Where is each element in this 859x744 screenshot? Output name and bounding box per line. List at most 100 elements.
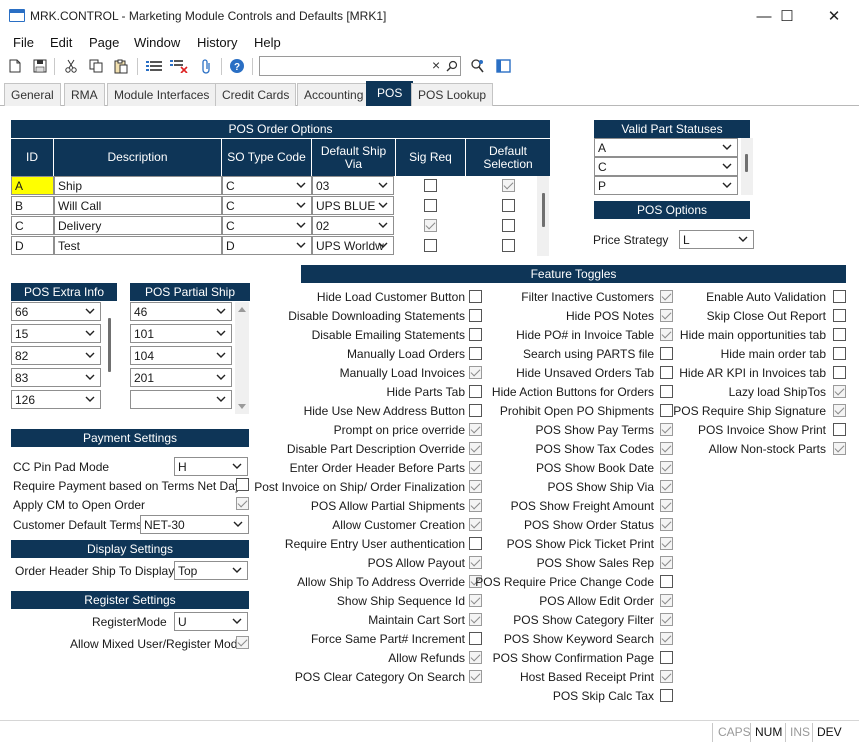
menu-window[interactable]: Window [134,35,180,50]
feature-toggle-checkbox[interactable] [469,480,482,493]
order-row-description[interactable]: Will Call [54,196,222,215]
extra-info-select[interactable]: 126 [11,390,101,409]
order-row-so-type-select[interactable]: D [222,236,312,255]
feature-toggle-checkbox[interactable] [469,328,482,341]
order-row-sig-req-checkbox[interactable] [424,239,437,252]
order-row-so-type-select[interactable]: C [222,216,312,235]
extra-info-select[interactable]: 66 [11,302,101,321]
feature-toggle-checkbox[interactable] [660,556,673,569]
feature-toggle-checkbox[interactable] [833,404,846,417]
feature-toggle-checkbox[interactable] [660,480,673,493]
feature-toggle-checkbox[interactable] [660,632,673,645]
search-input[interactable]: × [259,56,461,76]
menu-history[interactable]: History [197,35,237,50]
feature-toggle-checkbox[interactable] [660,499,673,512]
tab-accounting[interactable]: Accounting [297,83,371,106]
feature-toggle-checkbox[interactable] [833,328,846,341]
order-row-description[interactable]: Delivery [54,216,222,235]
close-button[interactable]: ✕ [811,0,857,32]
partial-ship-select[interactable]: 46 [130,302,232,321]
feature-toggle-checkbox[interactable] [660,518,673,531]
feature-toggle-checkbox[interactable] [660,328,673,341]
delete-list-icon[interactable] [170,57,188,75]
allow-mixed-mode-checkbox[interactable] [236,636,249,649]
feature-toggle-checkbox[interactable] [660,404,673,417]
order-header-ship-to-select[interactable]: Top [174,561,248,580]
feature-toggle-checkbox[interactable] [469,442,482,455]
panel-icon[interactable] [494,57,512,75]
extra-info-select[interactable]: 15 [11,324,101,343]
register-mode-select[interactable]: U [174,612,248,631]
feature-toggle-checkbox[interactable] [660,347,673,360]
feature-toggle-checkbox[interactable] [833,290,846,303]
tab-pos[interactable]: POS [366,81,414,106]
order-row-so-type-select[interactable]: C [222,196,312,215]
extra-info-scrollbar[interactable] [106,302,117,413]
tab-credit-cards[interactable]: Credit Cards [215,83,297,106]
menu-file[interactable]: File [13,35,34,50]
order-row-ship-via-select[interactable]: UPS BLUE [312,196,394,215]
feature-toggle-checkbox[interactable] [833,442,846,455]
feature-toggle-checkbox[interactable] [469,309,482,322]
order-row-description[interactable]: Ship [54,176,222,195]
order-row-default-selection-checkbox[interactable] [502,199,515,212]
feature-toggle-checkbox[interactable] [469,347,482,360]
order-row-default-selection-checkbox[interactable] [502,179,515,192]
order-row-sig-req-checkbox[interactable] [424,199,437,212]
feature-toggle-checkbox[interactable] [660,651,673,664]
cut-icon[interactable] [62,57,80,75]
feature-toggle-checkbox[interactable] [660,613,673,626]
cc-pin-pad-select[interactable]: H [174,457,248,476]
paste-icon[interactable] [112,57,130,75]
feature-toggle-checkbox[interactable] [469,499,482,512]
tab-general[interactable]: General [4,83,61,106]
partial-ship-scrollbar[interactable] [235,302,249,414]
feature-toggle-checkbox[interactable] [469,651,482,664]
feature-toggle-checkbox[interactable] [469,670,482,683]
binoculars-icon[interactable] [468,57,486,75]
order-row-default-selection-checkbox[interactable] [502,219,515,232]
order-row-id[interactable]: C [11,216,54,235]
feature-toggle-checkbox[interactable] [833,309,846,322]
feature-toggle-checkbox[interactable] [469,461,482,474]
feature-toggle-checkbox[interactable] [469,423,482,436]
save-icon[interactable] [31,57,49,75]
require-payment-checkbox[interactable] [236,478,249,491]
order-row-description[interactable]: Test [54,236,222,255]
customer-terms-select[interactable]: NET-30 [140,515,249,534]
order-row-id[interactable]: B [11,196,54,215]
price-strategy-select[interactable]: L [679,230,754,249]
feature-toggle-checkbox[interactable] [469,537,482,550]
order-row-id[interactable]: A [11,176,54,195]
feature-toggle-checkbox[interactable] [469,404,482,417]
feature-toggle-checkbox[interactable] [660,575,673,588]
menu-help[interactable]: Help [254,35,281,50]
feature-toggle-checkbox[interactable] [660,670,673,683]
new-icon[interactable] [6,57,24,75]
feature-toggle-checkbox[interactable] [469,613,482,626]
feature-toggle-checkbox[interactable] [469,385,482,398]
feature-toggle-checkbox[interactable] [660,385,673,398]
order-row-so-type-select[interactable]: C [222,176,312,195]
feature-toggle-checkbox[interactable] [660,309,673,322]
scroll-down-icon[interactable] [237,403,247,411]
list-icon[interactable] [145,57,163,75]
order-row-sig-req-checkbox[interactable] [424,219,437,232]
apply-cm-checkbox[interactable] [236,497,249,510]
menu-page[interactable]: Page [89,35,119,50]
feature-toggle-checkbox[interactable] [660,366,673,379]
partial-ship-select[interactable] [130,390,232,409]
partial-ship-select[interactable]: 201 [130,368,232,387]
extra-info-select[interactable]: 82 [11,346,101,365]
order-row-default-selection-checkbox[interactable] [502,239,515,252]
feature-toggle-checkbox[interactable] [660,423,673,436]
partial-ship-select[interactable]: 101 [130,324,232,343]
feature-toggle-checkbox[interactable] [833,347,846,360]
feature-toggle-checkbox[interactable] [833,385,846,398]
tab-module-interfaces[interactable]: Module Interfaces [107,83,217,106]
menu-edit[interactable]: Edit [50,35,72,50]
feature-toggle-checkbox[interactable] [469,594,482,607]
order-row-ship-via-select[interactable]: UPS Worldw [312,236,394,255]
help-icon[interactable]: ? [228,57,246,75]
feature-toggle-checkbox[interactable] [833,423,846,436]
